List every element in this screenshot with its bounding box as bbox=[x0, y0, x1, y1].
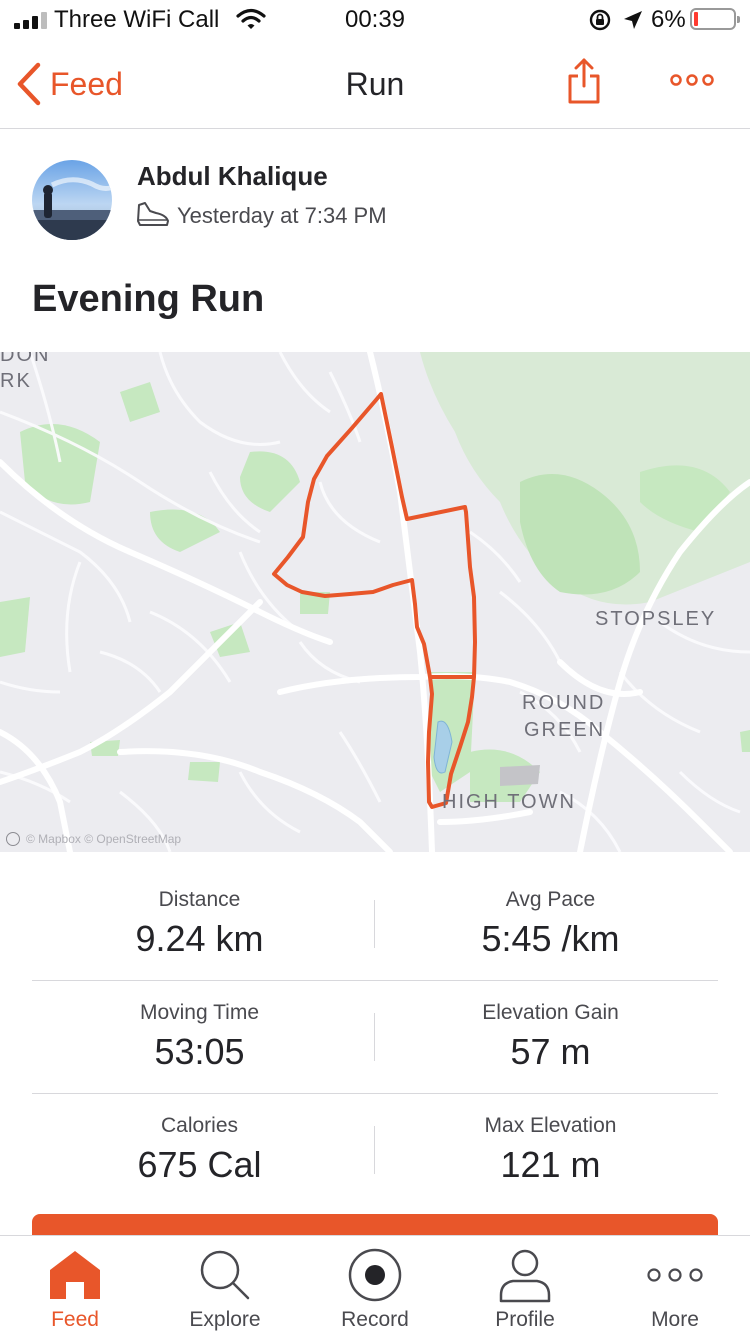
run-shoe-icon bbox=[137, 202, 169, 226]
tab-more[interactable]: More bbox=[600, 1236, 750, 1334]
map-label-partial: RK bbox=[0, 370, 32, 392]
battery-icon bbox=[690, 8, 740, 30]
map-label-green: GREEN bbox=[524, 719, 606, 741]
tab-bar: Feed Explore Record Profile More bbox=[0, 1235, 750, 1334]
map-label-high-town: HIGH TOWN bbox=[442, 791, 576, 813]
stat-divider bbox=[374, 1013, 375, 1061]
back-chevron-icon bbox=[17, 62, 41, 106]
battery-percent: 6% bbox=[651, 6, 686, 33]
profile-icon bbox=[499, 1249, 551, 1303]
status-bar: Three WiFi Call 00:39 6% bbox=[0, 0, 750, 40]
more-icon[interactable] bbox=[670, 74, 714, 86]
tab-profile[interactable]: Profile bbox=[450, 1236, 600, 1334]
stat-divider bbox=[374, 1126, 375, 1174]
share-icon[interactable] bbox=[566, 58, 602, 104]
back-label: Feed bbox=[50, 65, 123, 102]
activity-title: Evening Run bbox=[32, 278, 265, 320]
athlete-name[interactable]: Abdul Khalique bbox=[137, 161, 328, 192]
map-attribution[interactable]: © Mapbox © OpenStreetMap bbox=[6, 832, 181, 846]
route-map[interactable]: DON RK STOPSLEY ROUND GREEN HIGH TOWN © … bbox=[0, 352, 750, 852]
stat-row: Calories 675 Cal Max Elevation 121 m bbox=[32, 1094, 718, 1207]
tab-explore[interactable]: Explore bbox=[150, 1236, 300, 1334]
activity-timestamp: Yesterday at 7:34 PM bbox=[177, 203, 387, 228]
stat-avg-pace: Avg Pace 5:45 /km bbox=[481, 888, 620, 959]
more-icon bbox=[647, 1268, 703, 1282]
stat-max-elevation: Max Elevation 121 m bbox=[484, 1114, 617, 1185]
stat-elevation-gain: Elevation Gain 57 m bbox=[482, 1001, 619, 1072]
stat-moving-time: Moving Time 53:05 bbox=[139, 1001, 260, 1072]
rotation-lock-icon bbox=[589, 9, 611, 31]
map-canvas bbox=[0, 352, 750, 852]
map-label-stopsley: STOPSLEY bbox=[595, 608, 717, 630]
stat-row: Moving Time 53:05 Elevation Gain 57 m bbox=[32, 981, 718, 1094]
mapbox-logo-icon bbox=[6, 832, 20, 846]
map-label-partial: DON bbox=[0, 352, 51, 366]
avatar[interactable] bbox=[32, 160, 112, 240]
stat-row: Distance 9.24 km Avg Pace 5:45 /km bbox=[32, 868, 718, 981]
location-icon bbox=[624, 11, 642, 29]
nav-bar: Feed Run bbox=[0, 40, 750, 129]
stat-divider bbox=[374, 900, 375, 948]
home-icon bbox=[50, 1251, 100, 1299]
tab-record[interactable]: Record bbox=[300, 1236, 450, 1334]
map-label-round: ROUND bbox=[522, 692, 606, 714]
tab-feed[interactable]: Feed bbox=[0, 1236, 150, 1334]
stat-calories: Calories 675 Cal bbox=[137, 1114, 262, 1185]
back-button[interactable]: Feed bbox=[16, 62, 123, 106]
record-icon bbox=[348, 1248, 402, 1302]
search-icon bbox=[200, 1250, 250, 1300]
stat-distance: Distance 9.24 km bbox=[135, 888, 264, 959]
stats-grid: Distance 9.24 km Avg Pace 5:45 /km Movin… bbox=[32, 868, 718, 1207]
